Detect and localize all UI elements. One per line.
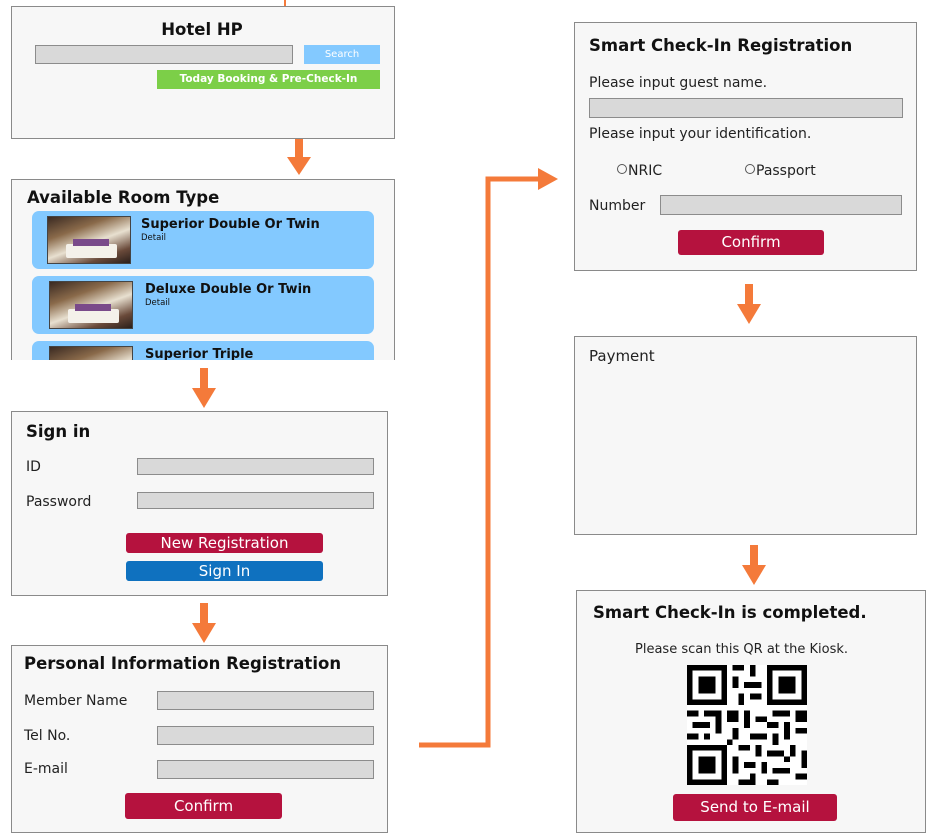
number-label: Number xyxy=(589,198,646,214)
guest-name-input[interactable] xyxy=(589,98,903,118)
payment-panel: Payment xyxy=(574,336,917,535)
completed-title: Smart Check-In is completed. xyxy=(593,603,867,622)
nric-radio[interactable]: NRIC xyxy=(617,163,662,179)
completed-panel: Smart Check-In is completed. Please scan… xyxy=(576,590,926,833)
passport-radio[interactable]: Passport xyxy=(745,163,816,179)
identification-prompt: Please input your identification. xyxy=(589,126,812,142)
radio-circle-icon xyxy=(617,164,627,174)
send-to-email-button[interactable]: Send to E-mail xyxy=(673,794,837,821)
id-number-input[interactable] xyxy=(660,195,902,215)
qr-code-icon xyxy=(687,665,807,785)
flow-arrow-down-4 xyxy=(737,284,761,324)
checkin-confirm-button[interactable]: Confirm xyxy=(678,230,824,255)
passport-label: Passport xyxy=(756,163,816,179)
scan-instruction: Please scan this QR at the Kiosk. xyxy=(635,642,849,657)
guest-name-prompt: Please input guest name. xyxy=(589,75,768,91)
checkin-title: Smart Check-In Registration xyxy=(589,36,853,55)
payment-title: Payment xyxy=(589,347,655,365)
radio-circle-icon xyxy=(745,164,755,174)
checkin-panel: Smart Check-In Registration Please input… xyxy=(574,22,917,271)
nric-label: NRIC xyxy=(628,163,663,179)
flow-arrow-down-5 xyxy=(742,545,766,585)
